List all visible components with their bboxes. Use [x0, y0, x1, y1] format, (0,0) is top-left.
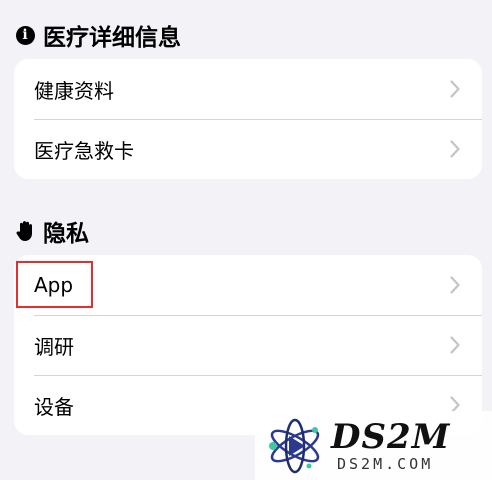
row-health-profile[interactable]: 健康资料	[14, 59, 482, 119]
watermark-domain: DS2M.COM	[337, 454, 434, 473]
row-studies[interactable]: 调研	[14, 315, 482, 375]
section-header-privacy: 隐私	[15, 214, 89, 248]
row-label: 健康资料	[34, 78, 114, 103]
row-label: 调研	[34, 334, 74, 359]
row-app[interactable]: App	[14, 255, 482, 315]
watermark: DS2M DS2M.COM	[255, 411, 492, 480]
row-label: App	[34, 273, 74, 297]
atom-logo-icon	[269, 418, 320, 473]
chevron-right-icon	[450, 140, 460, 158]
card-privacy: App 调研 设备	[14, 255, 482, 435]
chevron-right-icon	[450, 276, 460, 294]
row-label: 医疗急救卡	[34, 138, 134, 163]
section-header-medical: i 医疗详细信息	[15, 18, 181, 52]
row-medical-id[interactable]: 医疗急救卡	[14, 119, 482, 179]
watermark-name: DS2M	[331, 416, 451, 457]
row-label: 设备	[34, 394, 74, 419]
info-circle-icon: i	[15, 25, 35, 45]
raised-hand-icon	[15, 221, 35, 241]
chevron-right-icon	[450, 80, 460, 98]
section-title-medical: 医疗详细信息	[43, 25, 181, 51]
chevron-right-icon	[450, 336, 460, 354]
section-title-privacy: 隐私	[43, 221, 89, 247]
card-medical: 健康资料 医疗急救卡	[14, 59, 482, 179]
